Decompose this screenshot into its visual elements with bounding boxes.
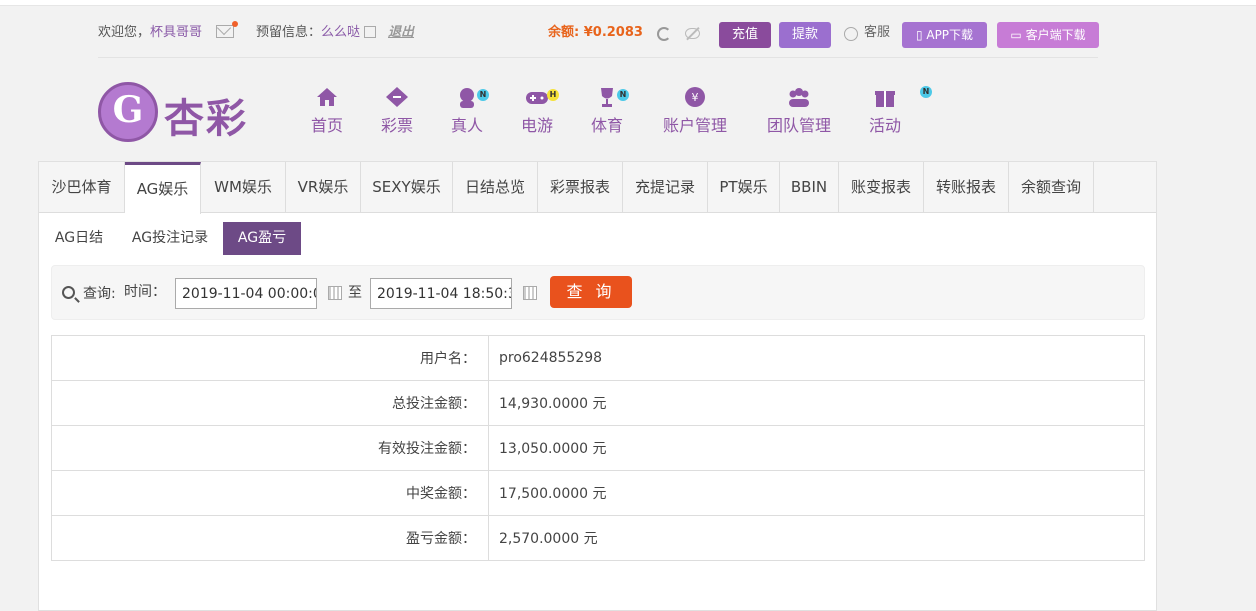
- query-button[interactable]: 查 询: [550, 276, 632, 308]
- calendar-icon[interactable]: [523, 286, 537, 300]
- hide-balance-icon[interactable]: [685, 28, 700, 39]
- tab-lottery-report[interactable]: 彩票报表: [538, 162, 623, 213]
- tab-deposit-withdraw[interactable]: 充提记录: [623, 162, 708, 213]
- trophy-icon: [601, 88, 613, 107]
- query-label: 查询:: [83, 286, 116, 302]
- phone-icon: ▯: [915, 28, 927, 42]
- gamepad-icon: [526, 92, 548, 104]
- service-link[interactable]: 客服: [864, 18, 890, 48]
- monitor-icon: ▭: [1010, 28, 1026, 42]
- tab-wm[interactable]: WM娱乐: [201, 162, 286, 213]
- tab-balance-change[interactable]: 账变报表: [839, 162, 924, 213]
- start-date-input[interactable]: [175, 278, 317, 309]
- gift-icon: [875, 91, 895, 107]
- end-date-input[interactable]: [370, 278, 512, 309]
- calendar-icon[interactable]: [328, 286, 342, 300]
- yen-icon: ¥: [685, 87, 705, 107]
- logout-link[interactable]: 退出: [388, 18, 414, 48]
- table-row: 中奖金额： 17,500.0000 元: [51, 470, 1145, 516]
- svg-text:¥: ¥: [692, 91, 699, 104]
- nav-promotions[interactable]: 活动: [864, 86, 906, 138]
- welcome-text: 欢迎您，杯具哥哥: [98, 25, 203, 40]
- top-bar: 欢迎您，杯具哥哥 预留信息：么么哒 退出 余额: ¥0.2083 充值 提款 客…: [98, 18, 1099, 58]
- tab-saba-sports[interactable]: 沙巴体育: [39, 162, 125, 213]
- home-icon: [317, 88, 337, 106]
- balance-display: 余额: ¥0.2083: [548, 25, 643, 40]
- to-label: 至: [348, 285, 362, 301]
- nav-lottery[interactable]: 彩票: [376, 86, 418, 138]
- tab-balance-query[interactable]: 余额查询: [1009, 162, 1094, 213]
- username[interactable]: 杯具哥哥: [150, 25, 202, 40]
- table-row: 总投注金额： 14,930.0000 元: [51, 380, 1145, 426]
- refresh-icon[interactable]: [657, 27, 671, 41]
- app-download-button[interactable]: ▯ APP下载: [902, 22, 987, 48]
- team-icon: [789, 88, 809, 107]
- tab-pt[interactable]: PT娱乐: [708, 162, 780, 213]
- search-icon: [62, 286, 75, 299]
- ticket-icon: [386, 87, 408, 107]
- withdraw-button[interactable]: 提款: [779, 22, 831, 48]
- table-row: 用户名： pro624855298: [51, 335, 1145, 381]
- profit-summary-table: 用户名： pro624855298 总投注金额： 14,930.0000 元 有效投…: [51, 335, 1145, 561]
- tab-ag[interactable]: AG娱乐: [125, 162, 201, 214]
- query-bar: 查询: 时间： 至 查 询: [51, 265, 1145, 320]
- hot-badge: H: [547, 89, 559, 101]
- tab-daily-overview[interactable]: 日结总览: [453, 162, 538, 213]
- new-badge: N: [477, 89, 489, 101]
- subtab-ag-daily[interactable]: AG日结: [53, 222, 105, 255]
- dealer-icon: [460, 88, 474, 108]
- report-tabs: 沙巴体育 AG娱乐 WM娱乐 VR娱乐 SEXY娱乐 日结总览 彩票报表 充提记…: [39, 162, 1156, 214]
- headset-icon[interactable]: [844, 27, 858, 41]
- tab-transfer-report[interactable]: 转账报表: [924, 162, 1009, 213]
- mail-icon[interactable]: [216, 21, 238, 38]
- subtab-ag-profit[interactable]: AG盈亏: [223, 222, 301, 255]
- bookmarks-bar: [0, 0, 1256, 6]
- new-badge: N: [617, 89, 629, 101]
- tab-vr[interactable]: VR娱乐: [286, 162, 361, 213]
- notification-dot: [232, 21, 238, 27]
- nav-home[interactable]: 首页: [306, 86, 348, 138]
- site-logo[interactable]: G 杏彩: [98, 82, 258, 142]
- table-row: 盈亏金额： 2,570.0000 元: [51, 515, 1145, 561]
- edit-icon[interactable]: [364, 26, 376, 38]
- nav-team[interactable]: 团队管理: [764, 86, 834, 138]
- reserved-info: 预留信息：么么哒: [256, 25, 361, 40]
- nav-account[interactable]: ¥ 账户管理: [660, 86, 730, 138]
- report-panel: 沙巴体育 AG娱乐 WM娱乐 VR娱乐 SEXY娱乐 日结总览 彩票报表 充提记…: [38, 161, 1157, 611]
- table-row: 有效投注金额： 13,050.0000 元: [51, 425, 1145, 471]
- time-label: 时间：: [124, 284, 166, 300]
- subtab-ag-bets[interactable]: AG投注记录: [131, 222, 209, 255]
- new-badge: N: [920, 86, 932, 98]
- tab-sexy[interactable]: SEXY娱乐: [361, 162, 453, 213]
- client-download-button[interactable]: ▭ 客户端下载: [997, 22, 1099, 48]
- logo-emblem-icon: G: [98, 82, 158, 142]
- tab-bbin[interactable]: BBIN: [780, 162, 839, 213]
- recharge-button[interactable]: 充值: [719, 22, 771, 48]
